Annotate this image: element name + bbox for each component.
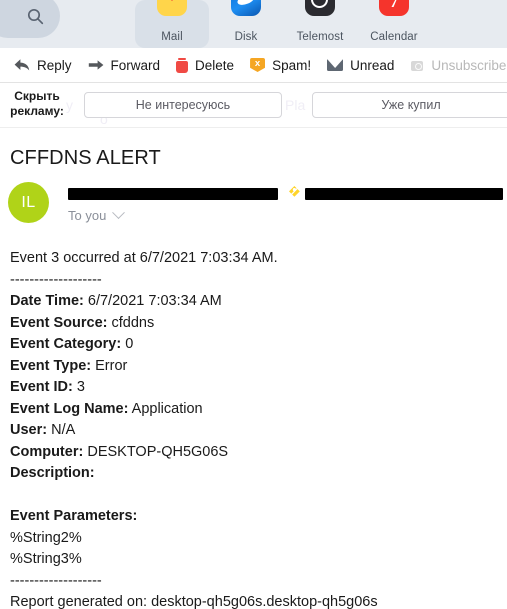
message-body-line: Computer: DESKTOP-QH5G06S [10, 442, 507, 464]
service-item-disk[interactable]: Disk [209, 0, 283, 48]
reply-arrow-icon [14, 58, 30, 72]
body-field-value: cfddns [107, 314, 155, 331]
message-body-line: Report generated on: desktop-qh5g06s.des… [10, 592, 507, 609]
message-body-line: Description: [10, 463, 507, 485]
message-view: CFFDNS ALERT IL To you Event 3 occurred … [0, 128, 507, 609]
forward-button[interactable]: Forward [80, 50, 169, 80]
disk-icon [231, 0, 261, 16]
telemost-icon [305, 0, 335, 16]
unsubscribe-label: Unsubscribe [431, 57, 507, 73]
body-field-value: N/A [47, 422, 76, 438]
body-field-value: DESKTOP-QH5G06S [83, 443, 229, 460]
unsubscribe-icon [410, 58, 424, 72]
message-body-line: Date Time: 6/7/2021 7:03:34 AM [10, 291, 507, 313]
body-field-value: ------------------- [10, 271, 102, 288]
body-field-value: %String3% [10, 551, 82, 567]
ad-ghost-text-1: у [66, 97, 73, 113]
search-icon [27, 8, 44, 25]
body-field-label: Event ID: [10, 379, 73, 395]
trash-icon [176, 57, 189, 73]
message-body-line: Event ID: 3 [10, 377, 507, 399]
unread-label: Unread [350, 57, 395, 73]
message-body-line [10, 485, 507, 507]
body-field-value: Event 3 occurred at 6/7/2021 7:03:34 AM. [10, 250, 278, 266]
service-item-telemost[interactable]: Telemost [283, 0, 357, 48]
delete-label: Delete [195, 57, 235, 73]
calendar-day-number: 7 [389, 0, 399, 11]
ad-ghost-text-2: Pla [285, 97, 306, 113]
body-field-label: Event Source: [10, 314, 108, 331]
message-body-line: %String2% [10, 528, 507, 550]
recipients-label: To you [68, 208, 107, 223]
service-label-telemost: Telemost [296, 31, 344, 43]
service-label-mail: Mail [161, 31, 183, 43]
forward-arrow-icon [88, 58, 104, 72]
body-field-value: 6/7/2021 7:03:34 AM [83, 293, 222, 309]
body-field-value: 3 [72, 379, 85, 395]
message-sender-row: IL To you [0, 180, 507, 242]
message-body-line: User: N/A [10, 420, 507, 442]
body-field-value: ------------------- [10, 572, 102, 589]
body-field-label: Event Log Name: [10, 400, 129, 417]
hide-ads-label: Скрыть рекламу: [10, 89, 64, 118]
service-label-disk: Disk [234, 31, 258, 43]
reply-label: Reply [37, 57, 72, 73]
body-field-label: Description: [10, 465, 95, 481]
hide-ads-row: у Pla о Скрыть рекламу: Не интересуюсь У… [0, 83, 507, 128]
message-body-line: Event 3 occurred at 6/7/2021 7:03:34 AM. [10, 248, 507, 270]
message-action-toolbar: Reply Forward Delete x Spam! Unread Unsu… [0, 48, 507, 83]
mail-icon [157, 0, 187, 16]
subject-redaction [305, 188, 503, 200]
body-field-value: %String2% [10, 529, 82, 546]
body-field-label: User: [10, 422, 48, 438]
mark-unread-button[interactable]: Unread [319, 50, 402, 80]
body-field-value: Report generated on: desktop-qh5g06s.des… [10, 594, 378, 609]
message-body-line: ------------------- [10, 571, 507, 593]
body-field-label: Event Parameters: [10, 508, 138, 524]
delete-button[interactable]: Delete [168, 50, 242, 80]
chevron-down-icon [112, 206, 126, 220]
service-label-calendar: Calendar [370, 31, 418, 43]
spam-shield-icon: x [250, 58, 266, 72]
sender-address-redaction [68, 188, 278, 200]
forward-label: Forward [110, 57, 161, 73]
body-field-value: Error [91, 357, 128, 374]
message-body-line: Event Log Name: Application [10, 399, 507, 421]
message-body-line: Event Source: cfddns [10, 313, 507, 335]
unsubscribe-button: Unsubscribe [402, 50, 507, 80]
message-body-line: Event Category: 0 [10, 334, 507, 356]
calendar-icon: 7 [379, 0, 409, 16]
body-field-value: Application [128, 400, 203, 417]
recipients-toggle[interactable]: To you [68, 206, 126, 223]
service-item-calendar[interactable]: 7 Calendar [357, 0, 431, 48]
not-interested-button[interactable]: Не интересуюсь [84, 92, 282, 118]
body-field-label: Date Time: [10, 293, 84, 309]
body-field-value: 0 [121, 336, 134, 352]
service-item-mail[interactable]: Mail [135, 0, 209, 48]
envelope-icon [327, 59, 344, 71]
body-field-label: Event Type: [10, 357, 92, 374]
already-bought-button[interactable]: Уже купил [312, 92, 507, 118]
search-button[interactable] [0, 0, 60, 38]
label-tag-icon [288, 184, 301, 198]
message-body-line: %String3% [10, 549, 507, 571]
message-subject: CFFDNS ALERT [10, 147, 161, 169]
service-switcher: Mail Disk Telemost 7 Calendar [135, 0, 431, 48]
avatar: IL [8, 182, 49, 223]
message-body-line: Event Type: Error [10, 356, 507, 378]
service-bar: Mail Disk Telemost 7 Calendar [0, 0, 507, 48]
reply-button[interactable]: Reply [6, 50, 80, 80]
body-field-label: Event Category: [10, 336, 122, 352]
message-body-line: Event Parameters: [10, 506, 507, 528]
spam-label: Spam! [272, 57, 312, 73]
message-body: Event 3 occurred at 6/7/2021 7:03:34 AM.… [0, 242, 507, 609]
body-field-label: Computer: [10, 443, 84, 460]
spam-button[interactable]: x Spam! [242, 50, 319, 80]
message-body-line: ------------------- [10, 270, 507, 292]
